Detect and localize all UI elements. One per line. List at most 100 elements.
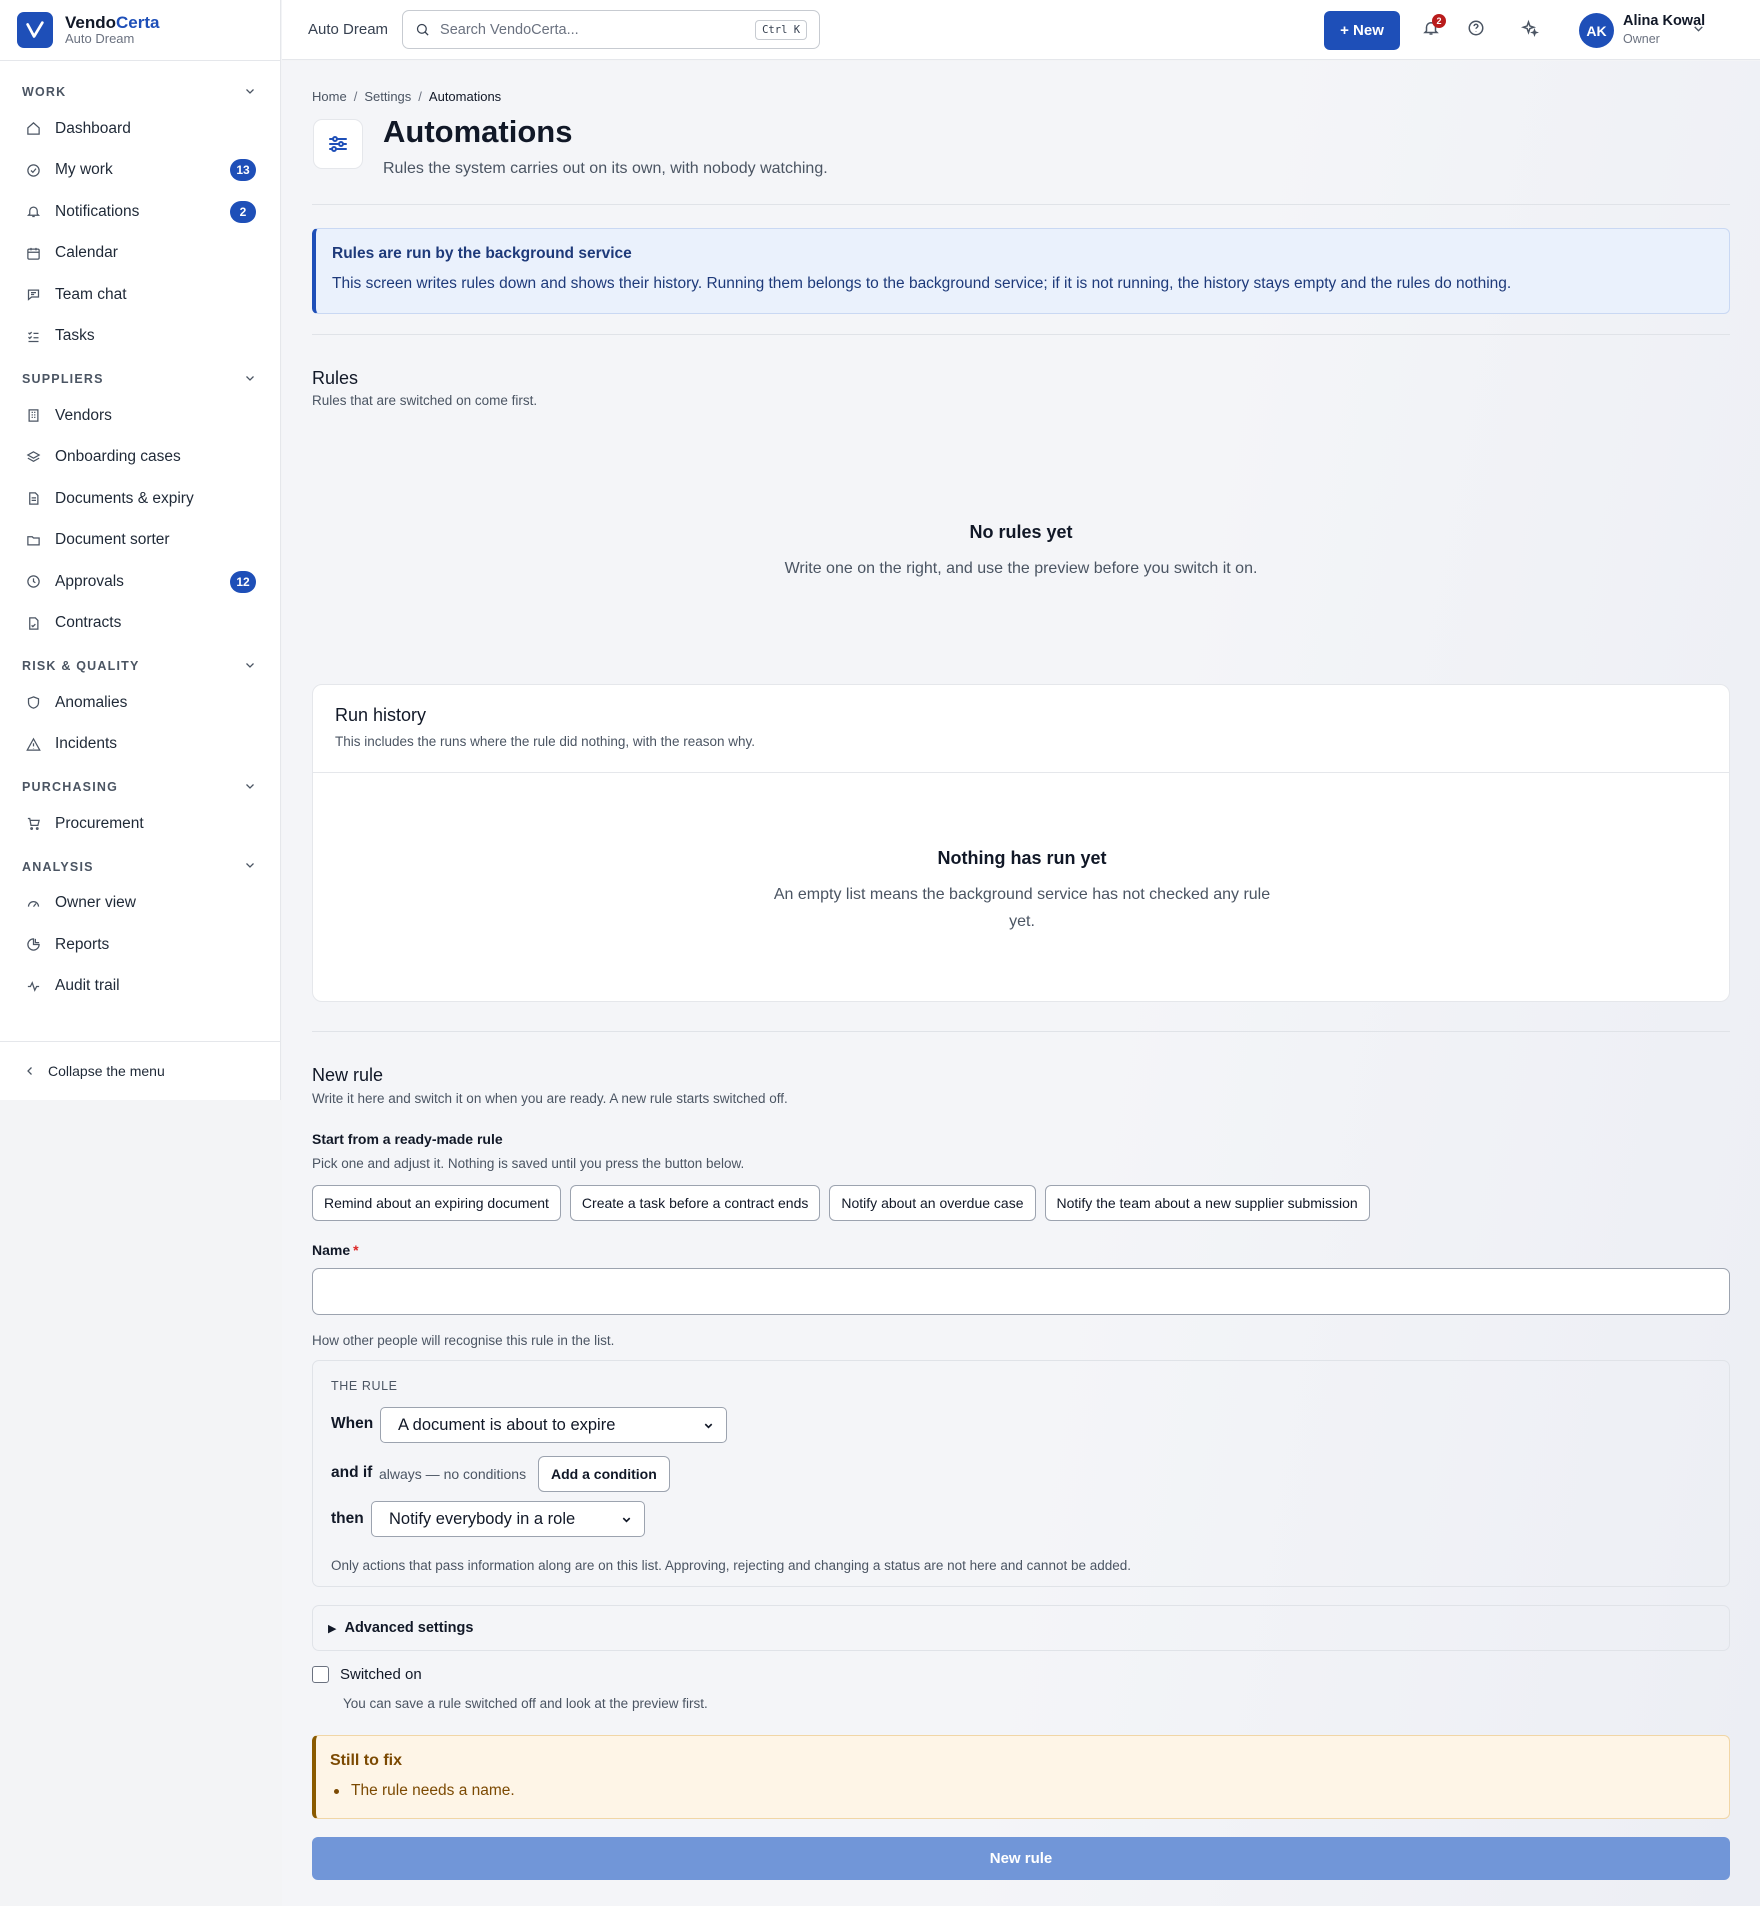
sidebar-item-document-sorter[interactable]: Document sorter bbox=[0, 520, 280, 562]
template-buttons: Remind about an expiring document Create… bbox=[312, 1185, 1370, 1221]
brand-name: VendoCerta bbox=[65, 12, 160, 32]
sidebar-item-incidents[interactable]: Incidents bbox=[0, 724, 280, 766]
run-history-card: Run history This includes the runs where… bbox=[312, 684, 1730, 1002]
sparkle-icon bbox=[1520, 19, 1539, 42]
rule-builder: THE RULE When A document is about to exp… bbox=[312, 1360, 1730, 1587]
collapse-menu-button[interactable]: Collapse the menu bbox=[0, 1041, 280, 1099]
divider bbox=[312, 204, 1730, 205]
sidebar-item-my-work[interactable]: My work 13 bbox=[0, 150, 280, 192]
sidebar-item-onboarding-cases[interactable]: Onboarding cases bbox=[0, 437, 280, 479]
switched-on-checkbox[interactable] bbox=[312, 1666, 329, 1683]
create-rule-button[interactable]: New rule bbox=[312, 1837, 1730, 1880]
count-badge: 2 bbox=[230, 200, 256, 223]
new-rule-title: New rule bbox=[312, 1065, 384, 1085]
rules-title: Rules bbox=[312, 368, 359, 388]
validation-title: Still to fix bbox=[330, 1752, 402, 1769]
info-callout: Rules are run by the background service … bbox=[312, 228, 1730, 314]
add-condition-button[interactable]: Add a condition bbox=[538, 1456, 670, 1492]
templates-help: Pick one and adjust it. Nothing is saved… bbox=[312, 1156, 745, 1171]
triangle-right-icon: ▶ bbox=[328, 1622, 337, 1635]
search-shortcut: Ctrl K bbox=[755, 19, 808, 40]
chevron-down-icon bbox=[244, 859, 256, 874]
rule-note: Only actions that pass information along… bbox=[331, 1558, 1132, 1573]
chevron-left-icon bbox=[24, 1065, 36, 1077]
rule-name-input[interactable] bbox=[312, 1268, 1730, 1315]
history-subtitle: This includes the runs where the rule di… bbox=[335, 734, 755, 749]
sidebar-item-procurement[interactable]: Procurement bbox=[0, 803, 280, 845]
breadcrumb: Home / Settings / Automations bbox=[312, 89, 502, 104]
rules-empty-title: No rules yet bbox=[969, 522, 1073, 542]
name-label: Name * bbox=[312, 1242, 359, 1258]
calendar-icon bbox=[24, 244, 42, 262]
then-select[interactable]: Notify everybody in a role bbox=[371, 1501, 645, 1537]
chevron-down-icon bbox=[703, 1420, 714, 1431]
info-title: Rules are run by the background service bbox=[332, 245, 632, 262]
rules-empty-body: Write one on the right, and use the prev… bbox=[784, 560, 1258, 577]
template-overdue-case-button[interactable]: Notify about an overdue case bbox=[829, 1185, 1036, 1221]
sidebar-item-audit-trail[interactable]: Audit trail bbox=[0, 966, 280, 1008]
main-content: Home / Settings / Automations Automations Ru… bbox=[282, 61, 1760, 1906]
avatar[interactable]: AK bbox=[1579, 13, 1614, 48]
divider bbox=[312, 334, 1730, 335]
breadcrumb-home[interactable]: Home bbox=[312, 89, 347, 104]
bell-icon bbox=[24, 203, 42, 221]
new-rule-subtitle: Write it here and switch it on when you … bbox=[312, 1091, 788, 1106]
nav-section-risk-quality[interactable]: RISK & QUALITY bbox=[0, 650, 280, 682]
search-icon bbox=[415, 22, 430, 37]
nav-section-suppliers[interactable]: SUPPLIERS bbox=[0, 363, 280, 395]
templates-title: Start from a ready-made rule bbox=[312, 1131, 503, 1147]
nav-section-work[interactable]: WORK bbox=[0, 76, 280, 108]
chevron-down-icon[interactable] bbox=[1692, 22, 1705, 35]
rule-caption: THE RULE bbox=[331, 1379, 398, 1393]
sidebar-item-tasks[interactable]: Tasks bbox=[0, 316, 280, 358]
name-help: How other people will recognise this rul… bbox=[312, 1333, 615, 1348]
new-button[interactable]: + New bbox=[1324, 11, 1400, 50]
brand[interactable]: VendoCerta Auto Dream bbox=[0, 0, 280, 61]
sidebar-item-dashboard[interactable]: Dashboard bbox=[0, 108, 280, 150]
switched-on-field[interactable]: Switched on bbox=[312, 1666, 422, 1683]
assistant-button[interactable] bbox=[1518, 18, 1542, 42]
sidebar-item-anomalies[interactable]: Anomalies bbox=[0, 682, 280, 724]
chevron-down-icon bbox=[244, 85, 256, 100]
sidebar-item-reports[interactable]: Reports bbox=[0, 924, 280, 966]
breadcrumb-settings[interactable]: Settings bbox=[364, 89, 411, 104]
validation-callout: Still to fix The rule needs a name. bbox=[312, 1735, 1730, 1819]
sidebar-item-vendors[interactable]: Vendors bbox=[0, 395, 280, 437]
layers-icon bbox=[24, 448, 42, 466]
sidebar-nav: WORK Dashboard My work 13 Notifications … bbox=[0, 61, 280, 1007]
sidebar-item-team-chat[interactable]: Team chat bbox=[0, 274, 280, 316]
and-if-label: and if bbox=[331, 1464, 373, 1481]
shield-icon bbox=[24, 694, 42, 712]
switched-on-label: Switched on bbox=[340, 1666, 422, 1683]
template-contract-task-button[interactable]: Create a task before a contract ends bbox=[569, 1185, 821, 1221]
notifications-button[interactable]: 2 bbox=[1419, 14, 1446, 42]
chevron-down-icon bbox=[621, 1514, 632, 1525]
chevron-down-icon bbox=[244, 372, 256, 387]
count-badge: 13 bbox=[230, 159, 256, 182]
warning-icon bbox=[24, 735, 42, 753]
switched-on-help: You can save a rule switched off and loo… bbox=[343, 1696, 708, 1711]
search-input[interactable]: Search VendoCerta... Ctrl K bbox=[402, 10, 821, 49]
search-placeholder: Search VendoCerta... bbox=[440, 21, 579, 38]
when-select[interactable]: A document is about to expire bbox=[380, 1407, 727, 1443]
sidebar-item-approvals[interactable]: Approvals 12 bbox=[0, 561, 280, 603]
history-empty-body: An empty list means the background servi… bbox=[773, 886, 1271, 930]
cart-icon bbox=[24, 815, 42, 833]
folder-icon bbox=[24, 531, 42, 549]
when-label: When bbox=[331, 1415, 374, 1432]
help-icon bbox=[1467, 19, 1485, 42]
sidebar-item-notifications[interactable]: Notifications 2 bbox=[0, 191, 280, 233]
nav-section-analysis[interactable]: ANALYSIS bbox=[0, 851, 280, 883]
help-button[interactable] bbox=[1464, 18, 1488, 42]
template-expiring-document-button[interactable]: Remind about an expiring document bbox=[312, 1185, 561, 1221]
sidebar-item-owner-view[interactable]: Owner view bbox=[0, 883, 280, 925]
sidebar-item-contracts[interactable]: Contracts bbox=[0, 603, 280, 645]
template-new-submission-button[interactable]: Notify the team about a new supplier sub… bbox=[1044, 1185, 1370, 1221]
count-badge: 12 bbox=[230, 570, 256, 593]
nav-section-purchasing[interactable]: PURCHASING bbox=[0, 771, 280, 803]
sidebar-item-calendar[interactable]: Calendar bbox=[0, 233, 280, 275]
logo-check-icon bbox=[17, 12, 53, 48]
sidebar-item-documents-expiry[interactable]: Documents & expiry bbox=[0, 478, 280, 520]
validation-item: The rule needs a name. bbox=[330, 1782, 1715, 1800]
advanced-settings-toggle[interactable]: ▶ Advanced settings bbox=[312, 1605, 1730, 1651]
